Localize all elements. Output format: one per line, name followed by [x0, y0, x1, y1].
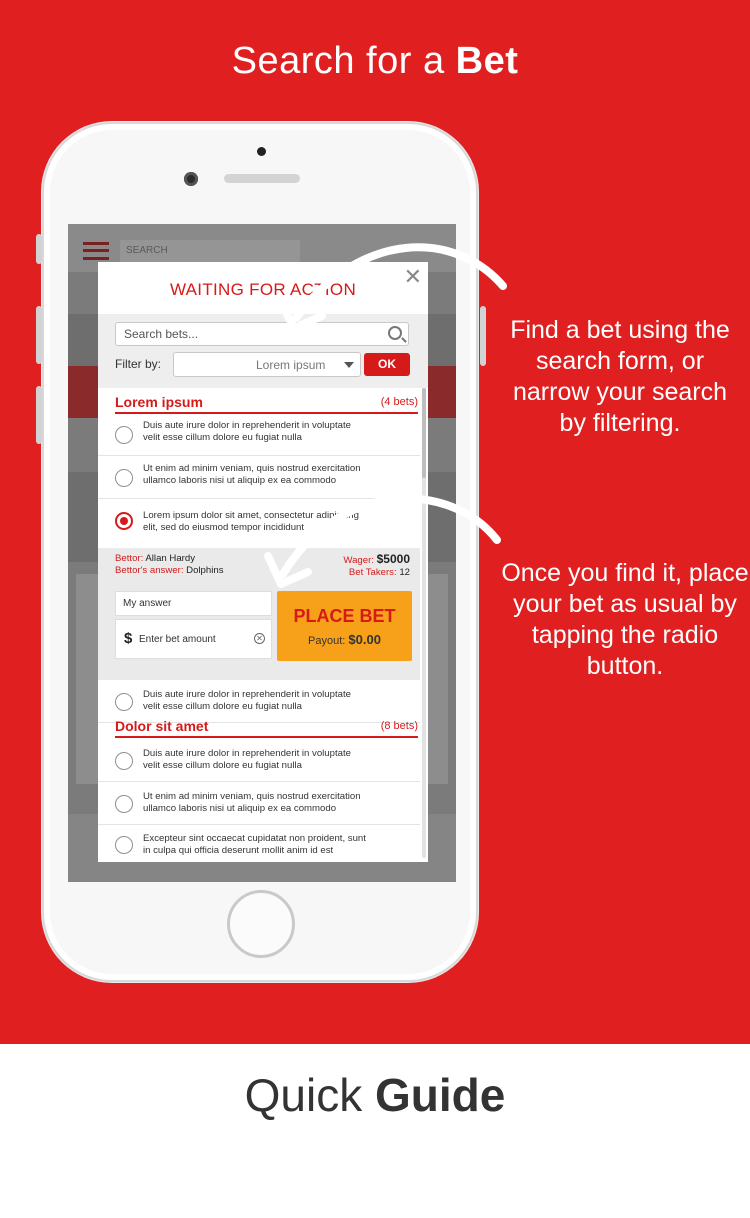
bet-description: Ut enim ad minim veniam, quis nostrud ex… [143, 463, 361, 486]
callout-place-bet: Once you find it, place your bet as usua… [501, 559, 749, 680]
group-count: (4 bets) [380, 396, 418, 408]
search-filter-panel: Search bets... Filter by: Lorem ipsum OK [98, 314, 428, 388]
bet-list-item[interactable]: Excepteur sint occaecat cupidatat non pr… [98, 826, 420, 862]
bet-search-modal: ✕ WAITING FOR ACTION Search bets... Filt… [98, 262, 428, 862]
radio-button[interactable] [115, 469, 133, 487]
radio-button[interactable] [115, 693, 133, 711]
page-title: Search for a Bet [231, 40, 519, 82]
callout-search: Find a bet using the search form, or nar… [510, 316, 730, 437]
ok-button[interactable]: OK [364, 353, 410, 376]
footer-title: Quick Guide [244, 1069, 506, 1121]
speaker-grille [224, 174, 300, 183]
my-answer-input[interactable]: My answer [115, 591, 272, 616]
group-count: (8 bets) [380, 720, 418, 732]
bet-list-item-selected[interactable]: Lorem ipsum dolor sit amet, consectetur … [98, 500, 420, 548]
group-title: Dolor sit amet [115, 718, 209, 734]
filter-label: Filter by: [115, 357, 162, 371]
sensor-dot [257, 147, 266, 156]
bet-description: Ut enim ad minim veniam, quis nostrud ex… [143, 791, 361, 814]
phone-volume-down [36, 386, 42, 444]
scrollbar-thumb[interactable] [422, 388, 426, 478]
radio-button[interactable] [115, 752, 133, 770]
dollar-icon: $ [124, 630, 133, 647]
chevron-down-icon [344, 362, 354, 368]
wager-info: Wager: $5000 Bet Takers: 12 [343, 552, 410, 578]
front-camera-icon [184, 172, 198, 186]
home-button[interactable] [227, 890, 295, 958]
place-bet-button[interactable]: PLACE BET Payout: $0.00 [277, 591, 412, 661]
modal-title: WAITING FOR ACTION [169, 280, 357, 299]
modal-scrollbar[interactable] [422, 388, 426, 858]
place-bet-label: PLACE BET [293, 606, 396, 626]
phone-mockup: SEARCH ✕ WAITING FOR ACTION Search bets.… [36, 122, 486, 982]
bet-amount-input[interactable]: $ Enter bet amount ✕ [115, 619, 272, 659]
bet-description: Duis aute irure dolor in reprehenderit i… [143, 748, 351, 771]
search-input[interactable]: Search bets... [115, 322, 409, 346]
group-header: Lorem ipsum (4 bets) [115, 392, 418, 414]
phone-screen: SEARCH ✕ WAITING FOR ACTION Search bets.… [68, 224, 456, 882]
bettor-info: Bettor: Allan Hardy Bettor's answer: Dol… [115, 553, 224, 576]
hamburger-menu-icon [83, 242, 109, 260]
bet-list-item[interactable]: Duis aute irure dolor in reprehenderit i… [98, 416, 420, 456]
bet-description: Excepteur sint occaecat cupidatat non pr… [143, 833, 366, 856]
amount-placeholder: Enter bet amount [139, 634, 216, 645]
radio-button[interactable] [115, 426, 133, 444]
bet-list-item[interactable]: Ut enim ad minim veniam, quis nostrud ex… [98, 457, 420, 499]
phone-mute-switch [36, 234, 42, 264]
hero-background: Search for a Bet SEARCH ✕ WAITING FOR AC… [0, 0, 750, 1044]
bet-list-item[interactable]: Ut enim ad minim veniam, quis nostrud ex… [98, 783, 420, 825]
group-title: Lorem ipsum [115, 394, 203, 410]
group-header: Dolor sit amet (8 bets) [115, 716, 418, 738]
app-search-dimmed: SEARCH [120, 240, 300, 262]
bet-description: Duis aute irure dolor in reprehenderit i… [143, 689, 351, 712]
bet-description: Lorem ipsum dolor sit amet, consectetur … [143, 510, 359, 533]
radio-button[interactable] [115, 795, 133, 813]
filter-select[interactable]: Lorem ipsum [173, 352, 361, 377]
payout-text: Payout: $0.00 [308, 632, 381, 647]
bet-description: Duis aute irure dolor in reprehenderit i… [143, 420, 351, 443]
radio-button[interactable] [115, 836, 133, 854]
phone-volume-up [36, 306, 42, 364]
phone-power-button [480, 306, 486, 366]
radio-button-selected[interactable] [115, 512, 133, 530]
clear-icon[interactable]: ✕ [254, 633, 265, 644]
search-icon[interactable] [388, 326, 402, 340]
bet-detail-panel: Bettor: Allan Hardy Bettor's answer: Dol… [98, 548, 420, 680]
bet-list-item[interactable]: Duis aute irure dolor in reprehenderit i… [98, 740, 420, 782]
